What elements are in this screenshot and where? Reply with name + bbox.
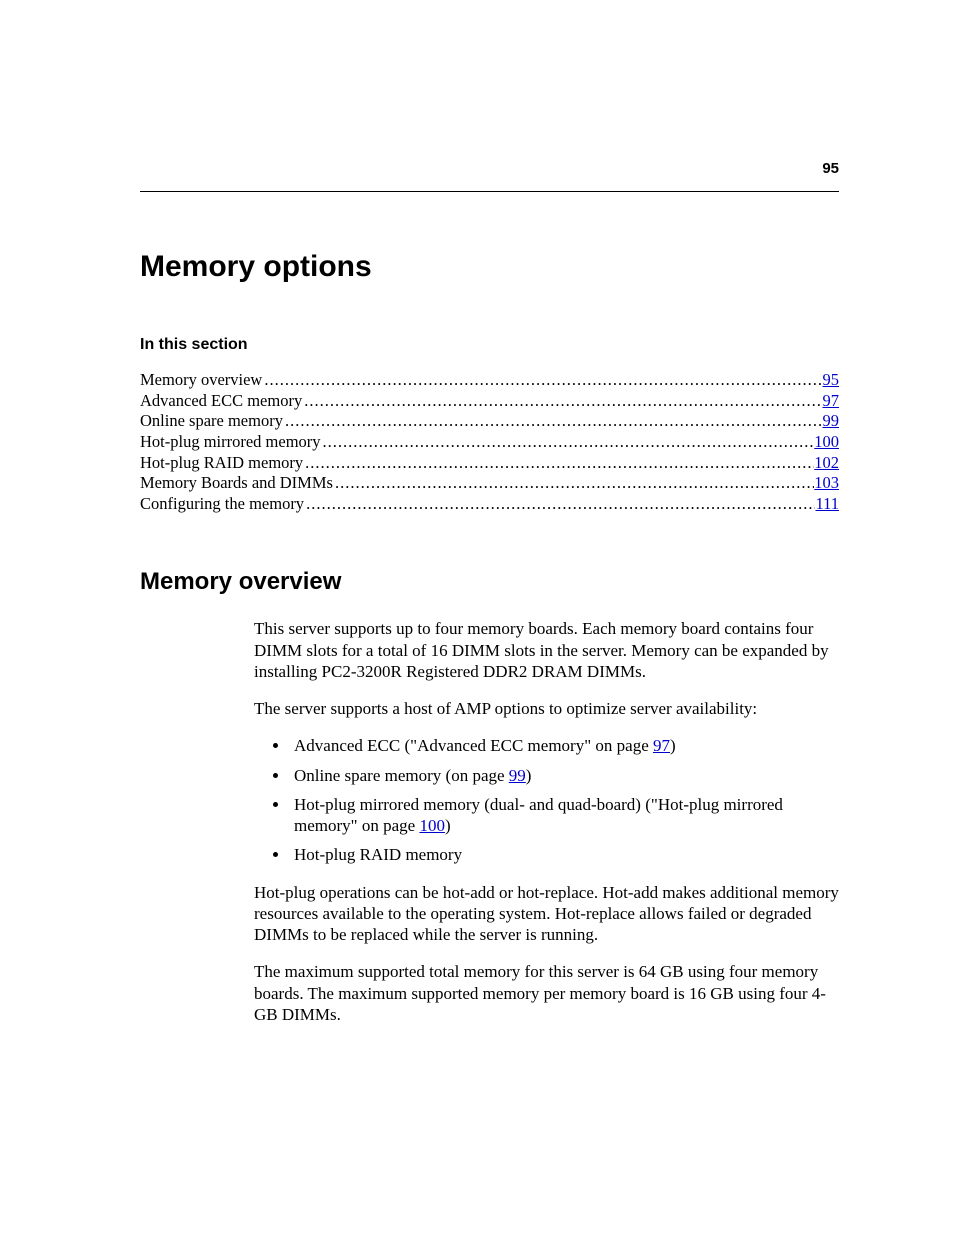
toc-dots: ........................................… <box>303 453 814 474</box>
toc-row: Memory Boards and DIMMs ................… <box>140 473 839 494</box>
toc-row: Hot-plug RAID memory....................… <box>140 453 839 474</box>
toc-label: Hot-plug mirrored memory <box>140 432 321 453</box>
toc-row: Online spare memory.....................… <box>140 411 839 432</box>
toc-page-link[interactable]: 111 <box>815 494 839 515</box>
list-text: Hot-plug mirrored memory (dual- and quad… <box>294 795 783 835</box>
list-item: Advanced ECC ("Advanced ECC memory" on p… <box>290 735 839 756</box>
bullet-list: Advanced ECC ("Advanced ECC memory" on p… <box>254 735 839 865</box>
inline-page-link[interactable]: 97 <box>653 736 670 755</box>
toc-label: Configuring the memory <box>140 494 304 515</box>
body-block: This server supports up to four memory b… <box>254 618 839 1025</box>
toc-label: Hot-plug RAID memory <box>140 453 303 474</box>
list-text: ) <box>670 736 676 755</box>
toc-row: Memory overview.........................… <box>140 370 839 391</box>
toc-dots: ........................................… <box>333 473 814 494</box>
list-item: Online spare memory (on page 99) <box>290 765 839 786</box>
toc-label: Memory overview <box>140 370 262 391</box>
table-of-contents: Memory overview.........................… <box>140 370 839 514</box>
paragraph: This server supports up to four memory b… <box>254 618 839 682</box>
toc-page-link[interactable]: 95 <box>823 370 840 391</box>
list-text: Advanced ECC ("Advanced ECC memory" on p… <box>294 736 653 755</box>
toc-row: Advanced ECC memory.....................… <box>140 391 839 412</box>
toc-row: Configuring the memory .................… <box>140 494 839 515</box>
list-text: Online spare memory (on page <box>294 766 509 785</box>
page-container: 95 Memory options In this section Memory… <box>0 0 954 1025</box>
section-heading: In this section <box>140 336 839 354</box>
toc-page-link[interactable]: 97 <box>823 391 840 412</box>
subheading: Memory overview <box>140 568 839 596</box>
paragraph: The server supports a host of AMP option… <box>254 698 839 719</box>
page-number: 95 <box>140 160 839 177</box>
toc-label: Memory Boards and DIMMs <box>140 473 333 494</box>
toc-row: Hot-plug mirrored memory ...............… <box>140 432 839 453</box>
toc-page-link[interactable]: 100 <box>814 432 839 453</box>
paragraph: Hot-plug operations can be hot-add or ho… <box>254 882 839 946</box>
toc-label: Online spare memory <box>140 411 283 432</box>
toc-page-link[interactable]: 103 <box>814 473 839 494</box>
list-text: ) <box>526 766 532 785</box>
toc-label: Advanced ECC memory <box>140 391 302 412</box>
list-item: Hot-plug mirrored memory (dual- and quad… <box>290 794 839 837</box>
toc-dots: ........................................… <box>304 494 815 515</box>
toc-dots: ........................................… <box>262 370 822 391</box>
list-text: ) <box>445 816 451 835</box>
toc-dots: ........................................… <box>283 411 823 432</box>
inline-page-link[interactable]: 100 <box>419 816 445 835</box>
toc-page-link[interactable]: 99 <box>823 411 840 432</box>
list-item: Hot-plug RAID memory <box>290 844 839 865</box>
toc-page-link[interactable]: 102 <box>814 453 839 474</box>
inline-page-link[interactable]: 99 <box>509 766 526 785</box>
page-title: Memory options <box>140 250 839 284</box>
toc-dots: ........................................… <box>302 391 822 412</box>
divider <box>140 191 839 192</box>
toc-dots: ........................................… <box>321 432 815 453</box>
paragraph: The maximum supported total memory for t… <box>254 961 839 1025</box>
list-text: Hot-plug RAID memory <box>294 845 462 864</box>
